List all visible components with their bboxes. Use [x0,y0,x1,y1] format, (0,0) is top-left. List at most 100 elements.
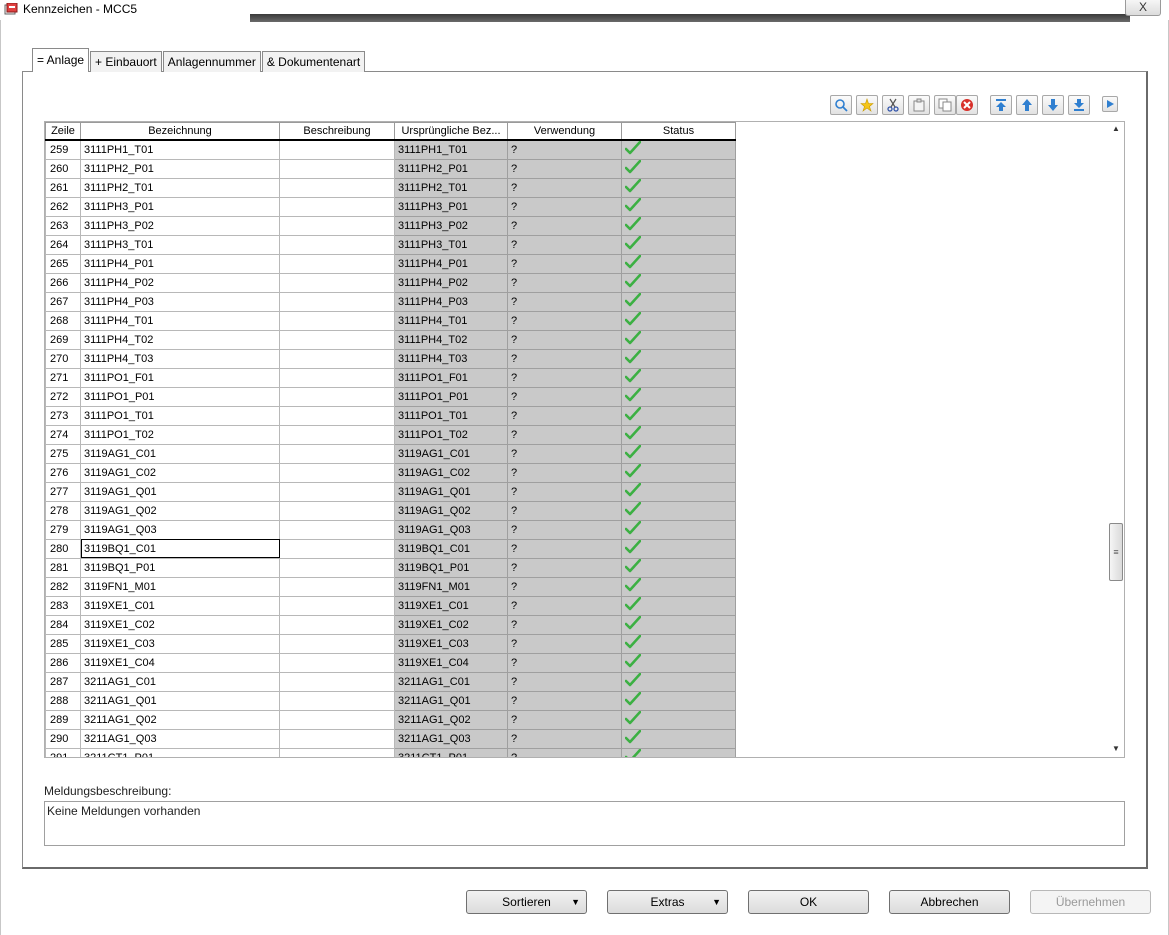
cell-beschreibung[interactable] [279,671,395,692]
table-row[interactable]: 267 3111PH4_P03 3111PH4_P03? [45,291,736,312]
cell-bezeichnung[interactable]: 3111PH4_T01 [80,310,280,331]
cancel-button[interactable]: Abbrechen [889,890,1010,914]
col-header-beschreibung[interactable]: Beschreibung [279,122,395,141]
move-up-button[interactable] [1016,95,1038,115]
cell-beschreibung[interactable] [279,690,395,711]
table-row[interactable]: 291 3211CT1_P01 3211CT1_P01? [45,747,736,757]
table-row[interactable]: 277 3119AG1_Q01 3119AG1_Q01? [45,481,736,502]
cell-beschreibung[interactable] [279,272,395,293]
table-row[interactable]: 275 3119AG1_C01 3119AG1_C01? [45,443,736,464]
tab-einbauort[interactable]: + Einbauort [90,51,162,72]
table-row[interactable]: 279 3119AG1_Q03 3119AG1_Q03? [45,519,736,540]
cell-bezeichnung[interactable]: 3111PH2_P01 [80,158,280,179]
search-button[interactable] [830,95,852,115]
table-row[interactable]: 282 3119FN1_M01 3119FN1_M01? [45,576,736,597]
cell-beschreibung[interactable] [279,595,395,616]
paste-button[interactable] [908,95,930,115]
table-row[interactable]: 269 3111PH4_T02 3111PH4_T02? [45,329,736,350]
cell-bezeichnung[interactable]: 3111PO1_P01 [80,386,280,407]
delete-button[interactable] [956,95,978,115]
table-row[interactable]: 288 3211AG1_Q01 3211AG1_Q01? [45,690,736,711]
cell-bezeichnung[interactable]: 3111PH4_P02 [80,272,280,293]
col-header-bezeichnung[interactable]: Bezeichnung [80,122,280,141]
cell-bezeichnung[interactable]: 3111PH1_T01 [80,139,280,160]
apply-button[interactable]: Übernehmen [1030,890,1151,914]
expand-button[interactable] [1102,96,1118,112]
cell-bezeichnung[interactable]: 3119BQ1_P01 [80,557,280,578]
table-row[interactable]: 284 3119XE1_C02 3119XE1_C02? [45,614,736,635]
cell-bezeichnung[interactable]: 3211AG1_Q03 [80,728,280,749]
cell-bezeichnung[interactable]: 3211AG1_Q01 [80,690,280,711]
cell-bezeichnung[interactable]: 3111PO1_F01 [80,367,280,388]
table-row[interactable]: 281 3119BQ1_P01 3119BQ1_P01? [45,557,736,578]
table-row[interactable]: 266 3111PH4_P02 3111PH4_P02? [45,272,736,293]
cell-bezeichnung[interactable]: 3211AG1_Q02 [80,709,280,730]
table-row[interactable]: 271 3111PO1_F01 3111PO1_F01? [45,367,736,388]
cell-bezeichnung[interactable]: 3111PO1_T02 [80,424,280,445]
table-row[interactable]: 259 3111PH1_T01 3111PH1_T01? [45,139,736,160]
cell-beschreibung[interactable] [279,367,395,388]
cell-beschreibung[interactable] [279,538,395,559]
table-row[interactable]: 260 3111PH2_P01 3111PH2_P01? [45,158,736,179]
table-row[interactable]: 290 3211AG1_Q03 3211AG1_Q03? [45,728,736,749]
cell-bezeichnung[interactable]: 3111PH4_T02 [80,329,280,350]
cell-beschreibung[interactable] [279,405,395,426]
scroll-up-icon[interactable]: ▲ [1108,122,1124,136]
cell-beschreibung[interactable] [279,652,395,673]
move-bottom-button[interactable] [1068,95,1090,115]
cell-beschreibung[interactable] [279,500,395,521]
cell-beschreibung[interactable] [279,234,395,255]
cell-bezeichnung[interactable]: 3211CT1_P01 [80,747,280,757]
cell-beschreibung[interactable] [279,481,395,502]
cell-beschreibung[interactable] [279,386,395,407]
cell-bezeichnung[interactable]: 3119AG1_Q03 [80,519,280,540]
extras-button[interactable]: Extras ▼ [607,890,728,914]
cell-bezeichnung[interactable]: 3119AG1_Q01 [80,481,280,502]
cell-bezeichnung[interactable]: 3119AG1_C01 [80,443,280,464]
cell-bezeichnung[interactable]: 3111PH2_T01 [80,177,280,198]
cell-bezeichnung[interactable]: 3119AG1_C02 [80,462,280,483]
cut-button[interactable] [882,95,904,115]
table-row[interactable]: 272 3111PO1_P01 3111PO1_P01? [45,386,736,407]
close-button[interactable]: X [1125,0,1161,16]
cell-bezeichnung[interactable]: 3111PH4_T03 [80,348,280,369]
cell-beschreibung[interactable] [279,177,395,198]
cell-bezeichnung[interactable]: 3111PH3_P02 [80,215,280,236]
cell-bezeichnung[interactable]: 3119XE1_C04 [80,652,280,673]
table-row[interactable]: 278 3119AG1_Q02 3119AG1_Q02? [45,500,736,521]
table-row[interactable]: 276 3119AG1_C02 3119AG1_C02? [45,462,736,483]
cell-beschreibung[interactable] [279,709,395,730]
table-row[interactable]: 263 3111PH3_P02 3111PH3_P02? [45,215,736,236]
cell-beschreibung[interactable] [279,329,395,350]
cell-bezeichnung[interactable]: 3119AG1_Q02 [80,500,280,521]
cell-bezeichnung[interactable]: 3119XE1_C03 [80,633,280,654]
table-row[interactable]: 280 3119BQ1_C01 3119BQ1_C01? [45,538,736,559]
table-row[interactable]: 283 3119XE1_C01 3119XE1_C01? [45,595,736,616]
table-row[interactable]: 285 3119XE1_C03 3119XE1_C03? [45,633,736,654]
table-row[interactable]: 261 3111PH2_T01 3111PH2_T01? [45,177,736,198]
vertical-scrollbar[interactable]: ▲ ≡ ▼ [1108,122,1124,756]
table-row[interactable]: 289 3211AG1_Q02 3211AG1_Q02? [45,709,736,730]
cell-beschreibung[interactable] [279,253,395,274]
table-row[interactable]: 265 3111PH4_P01 3111PH4_P01? [45,253,736,274]
cell-beschreibung[interactable] [279,633,395,654]
cell-beschreibung[interactable] [279,348,395,369]
cell-beschreibung[interactable] [279,728,395,749]
cell-bezeichnung[interactable]: 3111PH3_P01 [80,196,280,217]
cell-bezeichnung[interactable]: 3119BQ1_C01 [80,538,280,559]
col-header-urspruengliche-bez[interactable]: Ursprüngliche Bez... [394,122,508,141]
sort-button[interactable]: Sortieren ▼ [466,890,587,914]
new-button[interactable] [856,95,878,115]
col-header-zeile[interactable]: Zeile [45,122,81,141]
scroll-down-icon[interactable]: ▼ [1108,742,1124,756]
col-header-verwendung[interactable]: Verwendung [507,122,622,141]
cell-beschreibung[interactable] [279,196,395,217]
copy-button[interactable] [934,95,956,115]
ok-button[interactable]: OK [748,890,869,914]
table-row[interactable]: 268 3111PH4_T01 3111PH4_T01? [45,310,736,331]
table-row[interactable]: 270 3111PH4_T03 3111PH4_T03? [45,348,736,369]
cell-beschreibung[interactable] [279,576,395,597]
table-row[interactable]: 273 3111PO1_T01 3111PO1_T01? [45,405,736,426]
cell-beschreibung[interactable] [279,424,395,445]
move-down-button[interactable] [1042,95,1064,115]
